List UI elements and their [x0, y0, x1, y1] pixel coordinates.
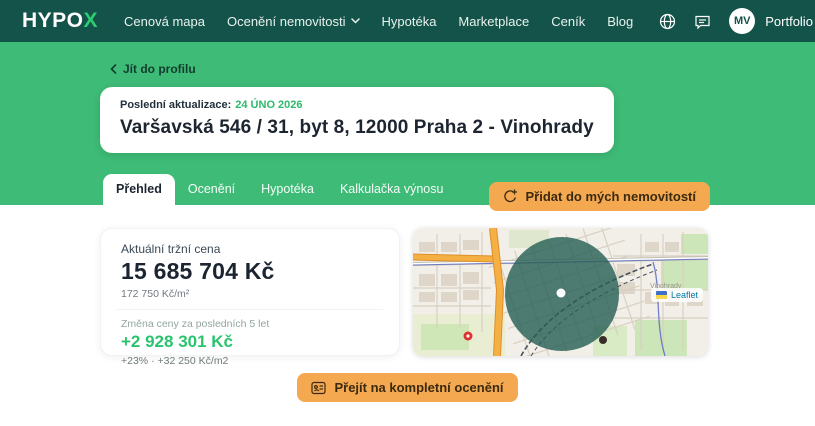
nav-item-hypoteka[interactable]: Hypotéka [382, 14, 437, 29]
overview-content: Aktuální tržní cena 15 685 704 Kč 172 75… [0, 205, 815, 402]
card-divider [117, 309, 383, 310]
current-price-label: Aktuální tržní cena [121, 242, 379, 256]
nav-item-oceneni-nemovitosti[interactable]: Ocenění nemovitosti [227, 14, 360, 29]
avatar-initials: MV [734, 15, 751, 27]
nav-item-label: Ocenění nemovitosti [227, 14, 346, 29]
chevron-down-icon [351, 18, 360, 24]
price-per-m2: 172 750 Kč/m² [121, 288, 379, 300]
nav-item-label: Hypotéka [382, 14, 437, 29]
go-to-full-valuation-button[interactable]: Přejít na kompletní ocenění [297, 373, 517, 402]
nav-item-label: Ceník [551, 14, 585, 29]
go-button-label: Přejít na kompletní ocenění [334, 380, 503, 395]
navbar-right: MV Portfolio [659, 8, 815, 34]
main-nav: Cenová mapa Ocenění nemovitosti Hypotéka… [124, 14, 633, 29]
brand-name: HYPO [22, 9, 84, 33]
add-button-label: Přidat do mých nemovitostí [526, 189, 696, 204]
ukraine-flag-icon [656, 291, 667, 299]
user-avatar[interactable]: MV [729, 8, 755, 34]
nav-item-label: Marketplace [458, 14, 529, 29]
map-attribution[interactable]: Leaflet [651, 288, 703, 302]
nav-item-marketplace[interactable]: Marketplace [458, 14, 529, 29]
last-updated-label: Poslední aktualizace: [120, 99, 231, 111]
back-to-profile-link[interactable]: Jít do profilu [110, 62, 196, 76]
price-change-label: Změna ceny za posledních 5 let [121, 318, 379, 330]
tab-hypoteka[interactable]: Hypotéka [248, 174, 327, 205]
add-to-my-properties-button[interactable]: Přidat do mých nemovitostí [489, 182, 710, 211]
current-price-value: 15 685 704 Kč [121, 258, 379, 285]
price-change-detail: +23% · +32 250 Kč/m2 [121, 355, 379, 367]
last-updated: Poslední aktualizace: 24 ÚNO 2026 [120, 99, 594, 111]
page-title: Varšavská 546 / 31, byt 8, 12000 Praha 2… [120, 117, 594, 139]
leaflet-link: Leaflet [671, 290, 698, 300]
add-property-icon [503, 189, 518, 204]
tab-prehled[interactable]: Přehled [103, 174, 175, 205]
chat-icon[interactable] [694, 13, 711, 30]
nav-item-label: Cenová mapa [124, 14, 205, 29]
valuation-report-icon [311, 381, 326, 395]
nav-item-label: Blog [607, 14, 633, 29]
tab-oceneni[interactable]: Ocenění [175, 174, 248, 205]
location-map[interactable]: Vinohrady Leaflet [413, 228, 708, 356]
market-price-card: Aktuální tržní cena 15 685 704 Kč 172 75… [100, 228, 400, 356]
nav-item-cenova-mapa[interactable]: Cenová mapa [124, 14, 205, 29]
brand-accent: X [84, 9, 99, 33]
property-hero-section: Jít do profilu Poslední aktualizace: 24 Ú… [0, 42, 815, 205]
portfolio-link[interactable]: Portfolio [765, 14, 813, 29]
tab-bar: Přehled Ocenění Hypotéka Kalkulačka výno… [0, 174, 815, 205]
back-link-label: Jít do profilu [123, 62, 196, 76]
top-navbar: HYPOX Cenová mapa Ocenění nemovitosti Hy… [0, 0, 815, 42]
tab-kalkulacka-vynosu[interactable]: Kalkulačka výnosu [327, 174, 457, 205]
language-globe-icon[interactable] [659, 13, 676, 30]
chevron-left-icon [110, 64, 117, 74]
nav-item-cenik[interactable]: Ceník [551, 14, 585, 29]
price-change-value: +2 928 301 Kč [121, 332, 379, 352]
nav-item-blog[interactable]: Blog [607, 14, 633, 29]
address-card: Poslední aktualizace: 24 ÚNO 2026 Varšavs… [100, 87, 614, 153]
last-updated-date: 24 ÚNO 2026 [235, 99, 302, 111]
brand-logo[interactable]: HYPOX [22, 9, 98, 33]
